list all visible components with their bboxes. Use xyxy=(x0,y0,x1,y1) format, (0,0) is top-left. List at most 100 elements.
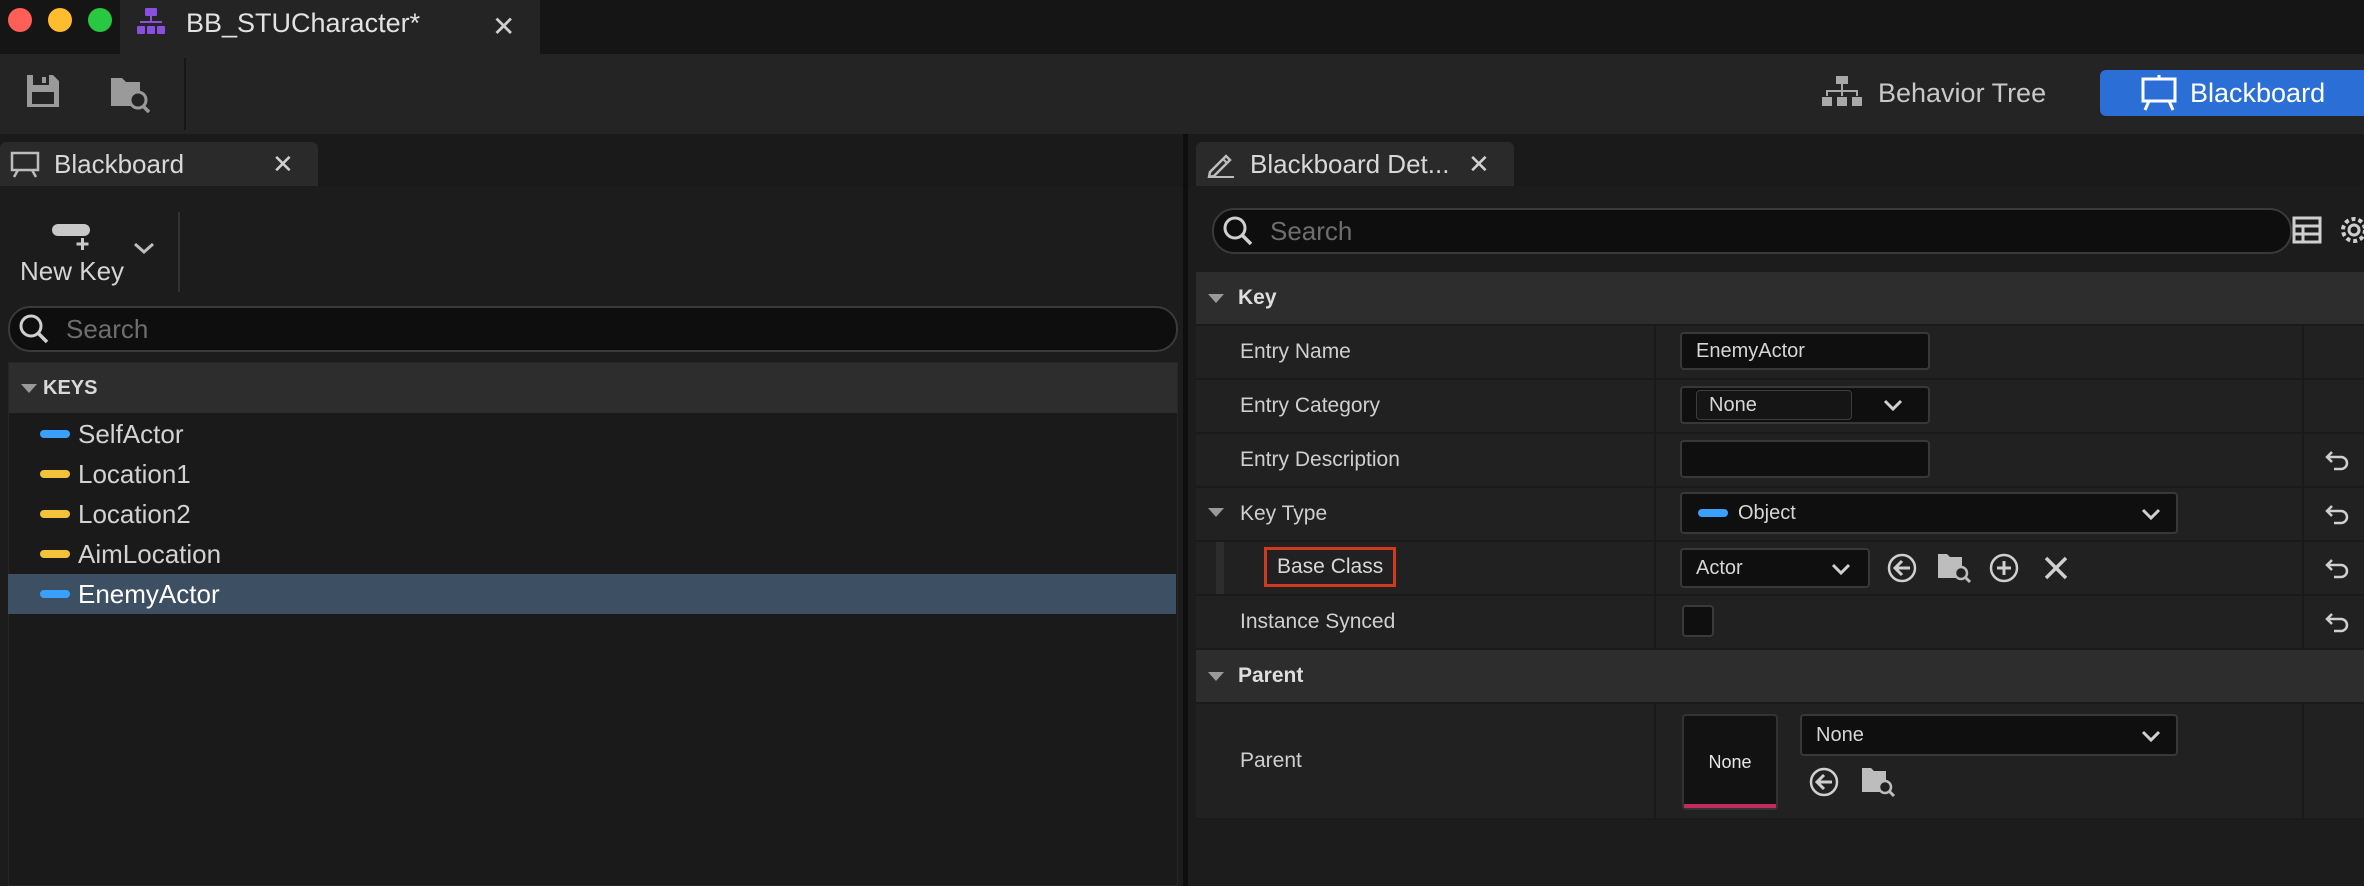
search-icon xyxy=(18,313,50,345)
parent-dropdown[interactable]: None xyxy=(1800,714,2178,756)
key-type-dropdown[interactable]: Object xyxy=(1680,492,2178,534)
minimize-window-button[interactable] xyxy=(48,8,72,32)
section-collapse-icon[interactable] xyxy=(21,383,37,393)
new-key-button[interactable]: New Key xyxy=(10,218,160,296)
parent-thumbnail[interactable]: None xyxy=(1682,714,1778,810)
base-class-highlight: Base Class xyxy=(1264,547,1397,587)
details-search-input[interactable] xyxy=(1268,214,2241,248)
entry-category-label: Entry Category xyxy=(1240,394,1381,417)
key-type-label: Key Type xyxy=(1240,502,1328,525)
entry-category-row: Entry Category None xyxy=(1196,380,2364,434)
instance-synced-checkbox[interactable] xyxy=(1682,605,1714,637)
document-tab-title: BB_STUCharacter* xyxy=(186,8,421,38)
add-class-icon[interactable] xyxy=(1988,552,2020,584)
new-key-dropdown-icon[interactable] xyxy=(132,240,156,256)
parent-row: Parent None None xyxy=(1196,704,2364,820)
details-panel-tab[interactable]: Blackboard Det... ✕ xyxy=(1196,142,1514,186)
browse-asset-icon[interactable] xyxy=(108,72,152,114)
entry-description-row: Entry Description xyxy=(1196,434,2364,488)
key-item[interactable]: EnemyActor xyxy=(8,574,1176,614)
key-type-pill xyxy=(40,510,70,518)
parent-browse-icon[interactable] xyxy=(1860,764,1896,798)
new-key-label: New Key xyxy=(20,256,125,286)
entry-category-combo[interactable]: None xyxy=(1680,386,1930,424)
details-search-box[interactable] xyxy=(1212,208,2292,254)
key-type-pill xyxy=(40,430,70,438)
key-item[interactable]: Location2 xyxy=(8,494,1176,534)
entry-name-input[interactable]: EnemyActor xyxy=(1680,332,1930,370)
browse-class-icon[interactable] xyxy=(1936,550,1972,584)
entry-description-input[interactable] xyxy=(1680,440,1930,478)
base-class-reset-icon[interactable] xyxy=(2324,557,2350,579)
keys-search-box[interactable] xyxy=(8,306,1178,352)
parent-label: Parent xyxy=(1240,749,1302,772)
parent-category-title: Parent xyxy=(1238,664,1304,687)
save-icon[interactable] xyxy=(24,72,62,110)
instance-synced-reset-icon[interactable] xyxy=(2324,611,2350,633)
parent-category-collapse-icon[interactable] xyxy=(1208,671,1224,681)
key-category-header[interactable]: Key xyxy=(1196,272,2364,326)
key-type-pill xyxy=(40,470,70,478)
key-type-pill xyxy=(40,550,70,558)
blackboard-tab-label: Blackboard xyxy=(54,148,185,179)
base-class-label: Base Class xyxy=(1277,555,1384,578)
close-blackboard-tab-icon[interactable]: ✕ xyxy=(272,149,294,180)
parent-value: None xyxy=(1816,723,1864,746)
close-window-button[interactable] xyxy=(8,8,32,32)
toolbar: Behavior Tree Blackboard xyxy=(0,54,2364,134)
base-class-chevron-icon[interactable] xyxy=(1830,562,1852,576)
blackboard-asset-icon xyxy=(136,6,166,40)
edit-pencil-icon xyxy=(1206,150,1236,178)
key-type-pill xyxy=(40,590,70,598)
close-details-tab-icon[interactable]: ✕ xyxy=(1468,149,1490,180)
details-search-icon xyxy=(1222,215,1254,247)
document-tab[interactable]: BB_STUCharacter* ✕ xyxy=(120,0,540,54)
key-type-value: Object xyxy=(1738,501,1796,524)
entry-category-value: None xyxy=(1709,393,1757,416)
details-tab-label: Blackboard Det... xyxy=(1250,148,1450,179)
keys-section-header[interactable]: KEYS xyxy=(9,363,1177,413)
behavior-tree-label: Behavior Tree xyxy=(1878,77,2047,108)
key-item[interactable]: AimLocation xyxy=(8,534,1176,574)
settings-gear-icon[interactable] xyxy=(2338,214,2364,246)
table-view-icon[interactable] xyxy=(2292,216,2322,244)
key-type-reset-icon[interactable] xyxy=(2324,503,2350,525)
new-key-icon xyxy=(52,218,92,252)
new-key-divider xyxy=(178,212,180,292)
parent-thumbnail-type-bar xyxy=(1684,804,1776,808)
key-item-label: EnemyActor xyxy=(78,578,220,609)
reset-to-default-icon[interactable] xyxy=(2324,449,2350,471)
key-type-row: Key Type Object xyxy=(1196,488,2364,542)
indent-guide xyxy=(1216,542,1224,594)
blackboard-tab-icon xyxy=(10,150,40,178)
key-category-collapse-icon[interactable] xyxy=(1208,293,1224,303)
object-type-pill xyxy=(1698,509,1728,517)
keys-search-input[interactable] xyxy=(64,312,1118,346)
parent-category-header[interactable]: Parent xyxy=(1196,650,2364,704)
key-type-collapse-icon[interactable] xyxy=(1208,508,1224,517)
clear-class-icon[interactable] xyxy=(2042,554,2070,582)
use-selected-asset-icon[interactable] xyxy=(1886,552,1918,584)
entry-category-text[interactable]: None xyxy=(1696,390,1852,420)
parent-chevron-icon[interactable] xyxy=(2140,729,2162,743)
behavior-tree-icon xyxy=(1822,75,1862,111)
entry-description-label: Entry Description xyxy=(1240,448,1400,471)
blackboard-panel-tab[interactable]: Blackboard ✕ xyxy=(0,142,318,186)
base-class-dropdown[interactable]: Actor xyxy=(1680,548,1870,588)
keys-section-title: KEYS xyxy=(43,376,98,399)
key-type-chevron-icon[interactable] xyxy=(2140,507,2162,521)
close-tab-icon[interactable]: ✕ xyxy=(492,10,515,43)
instance-synced-row: Instance Synced xyxy=(1196,596,2364,650)
parent-use-selected-icon[interactable] xyxy=(1808,766,1840,798)
behavior-tree-mode-button[interactable]: Behavior Tree xyxy=(1808,70,2088,116)
blackboard-mode-button[interactable]: Blackboard xyxy=(2100,70,2364,116)
entry-category-chevron-icon[interactable] xyxy=(1882,398,1904,412)
key-item-label: SelfActor xyxy=(78,418,184,449)
maximize-window-button[interactable] xyxy=(88,8,112,32)
key-item[interactable]: SelfActor xyxy=(8,414,1176,454)
base-class-value: Actor xyxy=(1696,556,1743,579)
instance-synced-label: Instance Synced xyxy=(1240,610,1396,633)
toolbar-divider xyxy=(184,58,186,130)
key-item[interactable]: Location1 xyxy=(8,454,1176,494)
entry-name-value: EnemyActor xyxy=(1696,339,1805,362)
